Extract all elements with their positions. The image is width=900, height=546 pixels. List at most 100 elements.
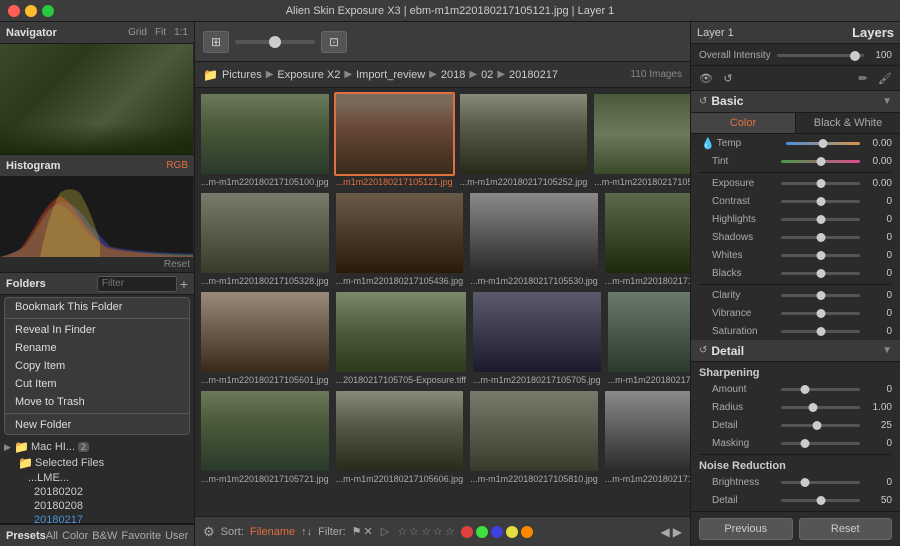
radius-slider[interactable] [781,406,860,409]
breadcrumb-02[interactable]: 02 [481,69,493,81]
temp-slider[interactable] [786,142,860,145]
thumb-5[interactable]: ...m-m1m220180217105328.jpg [199,191,331,287]
close-button[interactable] [8,5,20,17]
presets-tab-favorite[interactable]: Favorite [121,530,161,542]
oi-slider[interactable] [777,54,864,57]
presets-tab-all[interactable]: All [46,530,58,542]
grid-view-btn[interactable]: ⊞ [203,31,229,53]
color-yellow[interactable] [506,526,518,538]
thumb-6[interactable]: ...m-m1m220180217105436.jpg [334,191,466,287]
star-3[interactable]: ☆ [421,525,431,538]
color-red[interactable] [461,526,473,538]
masking-slider[interactable] [781,442,860,445]
thumb-14[interactable]: ...m-m1m220180217105606.jpg [334,389,466,485]
star-2[interactable]: ☆ [409,525,419,538]
maximize-button[interactable] [42,5,54,17]
thumb-15[interactable]: ...m-m1m220180217105810.jpg [468,389,600,485]
folders-filter-input[interactable] [97,276,177,292]
filter-arrow-btn[interactable]: ▷ [381,525,389,538]
folder-add-btn[interactable]: + [180,276,188,292]
star-filter[interactable]: ☆ ☆ ☆ ☆ ☆ [397,525,454,538]
date-item-1[interactable]: 20180202 [14,485,194,499]
reset-button[interactable]: Reset [799,518,893,540]
star-1[interactable]: ☆ [397,525,407,538]
next-arrow-btn[interactable]: ▶ [673,525,682,539]
star-5[interactable]: ☆ [445,525,455,538]
tree-item-selected[interactable]: 📁 Selected Files [14,455,194,471]
histogram-reset[interactable]: Reset [0,257,194,272]
nav-grid-btn[interactable]: Grid [128,27,147,38]
basic-section-header[interactable]: ↺ Basic ▼ [691,91,900,113]
zoom-slider[interactable] [235,40,315,44]
breadcrumb-pictures[interactable]: Pictures [222,69,262,81]
thumb-4[interactable]: ...m-m1m220180217105256.jpg [592,92,690,188]
layer-sync-btn[interactable]: ↺ [719,69,737,87]
exposure-slider[interactable] [781,182,860,185]
color-blue[interactable] [491,526,503,538]
breadcrumb-import[interactable]: Import_review [356,69,425,81]
sort-dropdown[interactable]: Filename [250,526,295,538]
detail-slider[interactable] [781,424,860,427]
color-orange[interactable] [521,526,533,538]
nr-detail-slider[interactable] [781,499,860,502]
thumb-13[interactable]: ...m-m1m220180217105721.jpg [199,389,331,485]
thumb-16[interactable]: ...m-m1m220180217105931.jpg [603,389,690,485]
ctx-new-folder[interactable]: New Folder [5,416,189,434]
ctx-rename[interactable]: Rename [5,339,189,357]
blacks-slider[interactable] [781,272,860,275]
tree-item-lme[interactable]: ...LME... [14,471,194,485]
prev-arrow-btn[interactable]: ◀ [661,525,670,539]
amount-slider[interactable] [781,388,860,391]
breadcrumb-date[interactable]: 20180217 [509,69,558,81]
sort-direction-btn[interactable]: ↑↓ [301,526,312,538]
shadows-slider[interactable] [781,236,860,239]
bw-tab[interactable]: Black & White [796,113,900,134]
ctx-reveal[interactable]: Reveal In Finder [5,321,189,339]
layer-brush-btn[interactable]: 🖌 [876,69,894,87]
star-4[interactable]: ☆ [433,525,443,538]
breadcrumb-exposurex2[interactable]: Exposure X2 [277,69,340,81]
vibrance-slider[interactable] [781,312,860,315]
brightness-slider[interactable] [781,481,860,484]
image-grid[interactable]: ...m-m1m220180217105100.jpg ...m1m220180… [195,88,690,516]
thumb-9[interactable]: ...m-m1m220180217105601.jpg [199,290,331,386]
whites-slider[interactable] [781,254,860,257]
color-tab[interactable]: Color [691,113,796,134]
tint-slider[interactable] [781,160,860,163]
ctx-cut[interactable]: Cut Item [5,375,189,393]
date-item-2[interactable]: 20180208 [14,499,194,513]
nav-fit-btn[interactable]: Fit [155,27,166,38]
presets-tab-color[interactable]: Color [62,530,88,542]
minimize-button[interactable] [25,5,37,17]
thumb-8[interactable]: ...m-m1m220180217105538.jpg [603,191,690,287]
nav-1to1-btn[interactable]: 1:1 [174,27,188,38]
presets-tab-bw[interactable]: B&W [92,530,117,542]
ctx-copy[interactable]: Copy Item [5,357,189,375]
thumb-10[interactable]: ...20180217105705-Exposure.tiff [334,290,468,386]
single-view-btn[interactable]: ⊡ [321,31,347,53]
layer-visibility-btn[interactable]: 👁 [697,69,715,87]
previous-button[interactable]: Previous [699,518,793,540]
saturation-slider[interactable] [781,330,860,333]
breadcrumb-2018[interactable]: 2018 [441,69,465,81]
thumb-7[interactable]: ...m-m1m220180217105530.jpg [468,191,600,287]
gear-icon[interactable]: ⚙ [203,524,215,540]
eyedropper-icon[interactable]: 💧 [699,137,717,150]
filter-flag-icon[interactable]: ⚑ [352,525,362,538]
date-item-3[interactable]: 20180217 [14,513,194,523]
thumb-1[interactable]: ...m-m1m220180217105100.jpg [199,92,331,188]
ctx-trash[interactable]: Move to Trash [5,393,189,411]
tree-item-machd[interactable]: ▶ 📁 Mac HI... 2 [0,439,194,455]
detail-section-header[interactable]: ↺ Detail ▼ [691,340,900,362]
thumb-3[interactable]: ...m-m1m220180217105252.jpg [458,92,590,188]
layer-paint-btn[interactable]: ✏ [854,69,872,87]
thumb-11[interactable]: ...m-m1m220180217105705.jpg [471,290,603,386]
thumb-2[interactable]: ...m1m220180217105121.jpg [334,92,455,188]
clarity-slider[interactable] [781,294,860,297]
ctx-bookmark[interactable]: Bookmark This Folder [5,298,189,316]
color-green[interactable] [476,526,488,538]
filter-x-icon[interactable]: ✕ [364,525,373,538]
thumb-12[interactable]: ...m-m1m220180217105710.jpg [606,290,690,386]
highlights-slider[interactable] [781,218,860,221]
presets-tab-user[interactable]: User [165,530,188,542]
